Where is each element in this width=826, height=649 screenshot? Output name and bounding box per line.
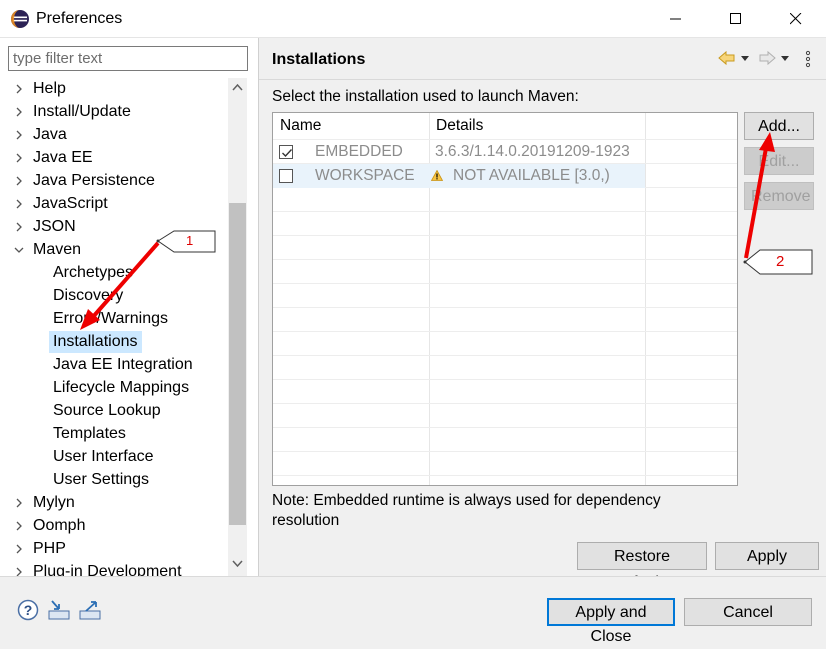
callout-2-label: 2	[776, 253, 785, 270]
annotation-overlay	[80, 132, 813, 330]
annotation-arrow-2	[744, 147, 768, 259]
callout-1-label: 1	[186, 233, 194, 248]
annotation-arrow-1	[90, 241, 160, 320]
